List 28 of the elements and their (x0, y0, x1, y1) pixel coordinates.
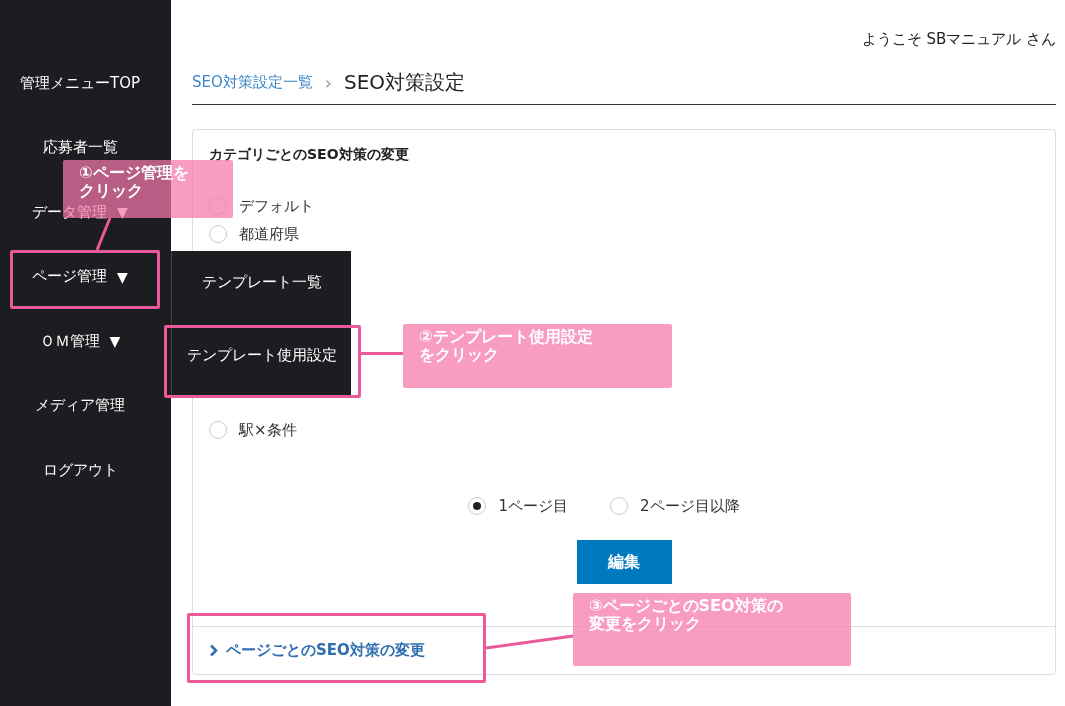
option-label: 都道府県 (239, 224, 299, 244)
radio-button[interactable] (468, 497, 487, 515)
breadcrumb-separator: › (324, 72, 332, 93)
edit-button[interactable]: 編集 (576, 540, 672, 584)
option-label: 2ページ目以降 (640, 496, 740, 516)
option-label: デフォルト (239, 196, 314, 216)
radio-button[interactable] (209, 421, 227, 439)
option-label: 駅×条件 (239, 420, 297, 440)
sidebar-item[interactable]: ＯＭ管理 ▼ (39, 331, 121, 351)
sidebar-item[interactable]: ログアウト (42, 460, 118, 480)
breadcrumb-link[interactable]: SEO対策設定一覧 (192, 73, 313, 92)
leader-line (97, 218, 110, 250)
menu-item[interactable]: テンプレート一覧 (172, 251, 351, 313)
sidebar-item[interactable]: 管理メニューTOP (20, 73, 140, 93)
card-title: カテゴリごとのSEO対策の変更 (208, 145, 410, 164)
menu-item[interactable]: テンプレート使用設定 (172, 313, 351, 397)
option-label: 1ページ目 (498, 496, 568, 516)
chevron-right-icon (209, 644, 218, 657)
leader-line (361, 352, 403, 355)
radio-button[interactable] (610, 497, 628, 515)
sidebar-item[interactable]: ページ管理 ▼ (32, 267, 128, 287)
annotation-tooltip: ③ページごとのSEO対策の変更をクリック (573, 593, 851, 666)
annotation-tooltip: ②テンプレート使用設定をクリック (403, 324, 672, 388)
radio-button[interactable] (209, 225, 227, 243)
welcome-text: ようこそ SBマニュアル さん (861, 30, 1056, 49)
page-title: SEO対策設定 (344, 69, 466, 96)
sidebar-item[interactable]: メディア管理 (35, 396, 125, 416)
sidebar-item[interactable]: 応募者一覧 (42, 138, 118, 158)
